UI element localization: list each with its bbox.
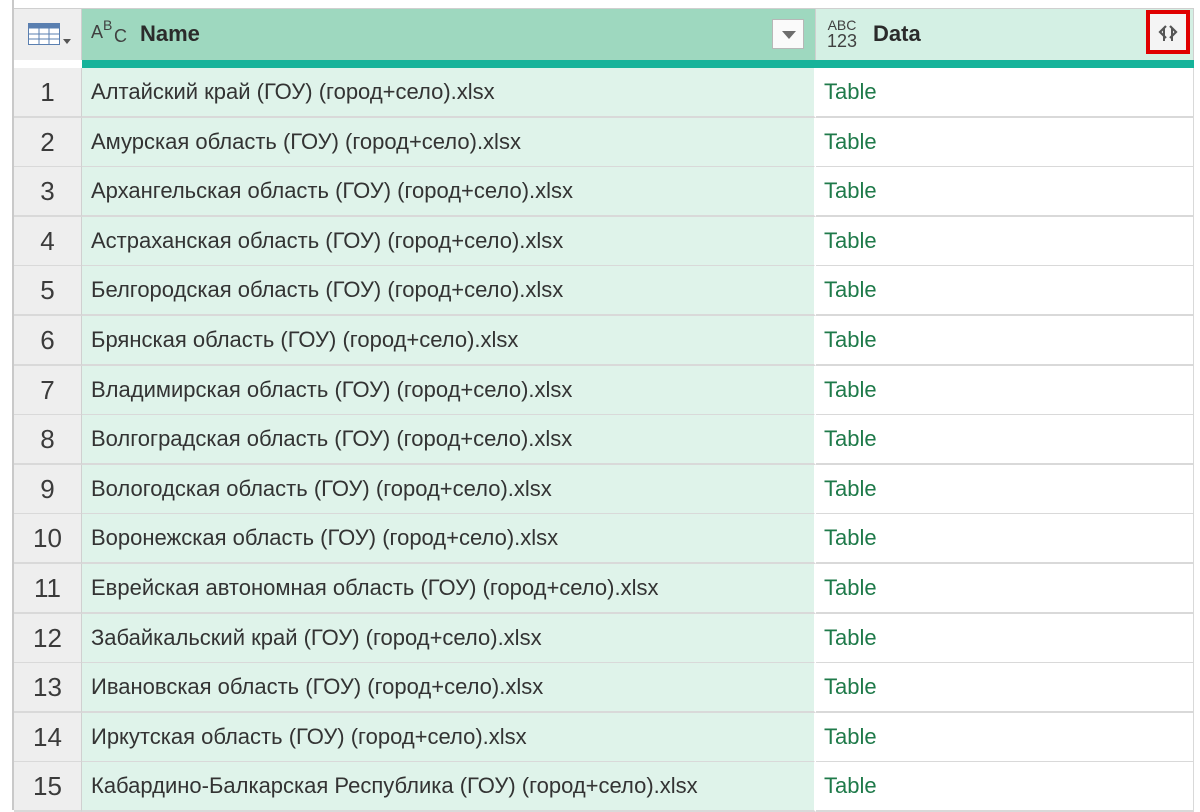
expand-column-button[interactable] xyxy=(1146,10,1190,54)
table-row[interactable]: 12 Забайкальский край (ГОУ) (город+село).… xyxy=(14,613,1194,664)
cell-data-table-link[interactable]: Table xyxy=(816,464,1194,515)
row-number[interactable]: 8 xyxy=(14,415,82,466)
cell-data-table-link[interactable]: Table xyxy=(816,762,1194,812)
cell-data-table-link[interactable]: Table xyxy=(816,613,1194,664)
row-number[interactable]: 1 xyxy=(14,68,82,118)
row-number[interactable]: 10 xyxy=(14,514,82,565)
row-number[interactable]: 15 xyxy=(14,762,82,812)
column-quality-bar-data xyxy=(816,60,1194,68)
table-row[interactable]: 8 Волгоградская область (ГОУ) (город+село… xyxy=(14,415,1194,466)
cell-name[interactable]: Брянская область (ГОУ) (город+село).xlsx xyxy=(82,316,816,366)
text-type-icon[interactable]: A B C xyxy=(91,17,131,46)
row-number[interactable]: 5 xyxy=(14,266,82,317)
table-row[interactable]: 10 Воронежская область (ГОУ) (город+село)… xyxy=(14,514,1194,565)
row-number[interactable]: 13 xyxy=(14,663,82,714)
cell-data-table-link[interactable]: Table xyxy=(816,564,1194,614)
table-row[interactable]: 2 Амурская область (ГОУ) (город+село).xls… xyxy=(14,117,1194,168)
cell-name[interactable]: Владимирская область (ГОУ) (город+село).… xyxy=(82,365,816,416)
cell-name[interactable]: Еврейская автономная область (ГОУ) (горо… xyxy=(82,564,816,614)
row-number[interactable]: 14 xyxy=(14,712,82,763)
cell-data-table-link[interactable]: Table xyxy=(816,316,1194,366)
chevron-down-icon xyxy=(782,31,796,39)
table-row[interactable]: 7 Владимирская область (ГОУ) (город+село)… xyxy=(14,365,1194,416)
cell-name[interactable]: Волгоградская область (ГОУ) (город+село)… xyxy=(82,415,816,466)
query-preview-grid: A B C Name ABC 123 Data 1 Алтайский край … xyxy=(0,0,1200,812)
column-header-name[interactable]: A B C Name xyxy=(82,8,816,60)
cell-data-table-link[interactable]: Table xyxy=(816,266,1194,317)
row-number[interactable]: 6 xyxy=(14,316,82,366)
cell-name[interactable]: Амурская область (ГОУ) (город+село).xlsx xyxy=(82,117,816,168)
cell-name[interactable]: Астраханская область (ГОУ) (город+село).… xyxy=(82,216,816,267)
cell-data-table-link[interactable]: Table xyxy=(816,216,1194,267)
table-row[interactable]: 6 Брянская область (ГОУ) (город+село).xls… xyxy=(14,316,1194,366)
table-menu-button[interactable] xyxy=(14,8,82,60)
cell-data-table-link[interactable]: Table xyxy=(816,663,1194,714)
table-row[interactable]: 13 Ивановская область (ГОУ) (город+село).… xyxy=(14,663,1194,714)
row-number[interactable]: 7 xyxy=(14,365,82,416)
row-number[interactable]: 11 xyxy=(14,564,82,614)
any-type-icon[interactable]: ABC 123 xyxy=(824,17,860,51)
cell-name[interactable]: Архангельская область (ГОУ) (город+село)… xyxy=(82,167,816,218)
row-number[interactable]: 12 xyxy=(14,613,82,664)
cell-data-table-link[interactable]: Table xyxy=(816,365,1194,416)
table-row[interactable]: 4 Астраханская область (ГОУ) (город+село)… xyxy=(14,216,1194,267)
column-header-data[interactable]: ABC 123 Data xyxy=(816,8,1194,60)
cell-data-table-link[interactable]: Table xyxy=(816,415,1194,466)
table-row[interactable]: 5 Белгородская область (ГОУ) (город+село)… xyxy=(14,266,1194,317)
expand-column-icon xyxy=(1158,25,1178,41)
cell-name[interactable]: Вологодская область (ГОУ) (город+село).x… xyxy=(82,464,816,515)
table-row[interactable]: 9 Вологодская область (ГОУ) (город+село).… xyxy=(14,464,1194,515)
row-number[interactable]: 3 xyxy=(14,167,82,218)
chevron-down-icon xyxy=(63,39,71,44)
cell-data-table-link[interactable]: Table xyxy=(816,167,1194,218)
cell-data-table-link[interactable]: Table xyxy=(816,117,1194,168)
table-row[interactable]: 11 Еврейская автономная область (ГОУ) (го… xyxy=(14,564,1194,614)
column-title-data: Data xyxy=(873,21,921,46)
cell-name[interactable]: Ивановская область (ГОУ) (город+село).xl… xyxy=(82,663,816,714)
row-number[interactable]: 9 xyxy=(14,464,82,515)
cell-name[interactable]: Воронежская область (ГОУ) (город+село).x… xyxy=(82,514,816,565)
cell-data-table-link[interactable]: Table xyxy=(816,68,1194,118)
cell-name[interactable]: Кабардино-Балкарская Республика (ГОУ) (г… xyxy=(82,762,816,812)
table-row[interactable]: 14 Иркутская область (ГОУ) (город+село).x… xyxy=(14,712,1194,763)
column-quality-bar-name xyxy=(82,60,816,68)
column-title-name: Name xyxy=(140,21,200,46)
filter-dropdown-button[interactable] xyxy=(772,19,804,49)
row-number[interactable]: 4 xyxy=(14,216,82,267)
cell-data-table-link[interactable]: Table xyxy=(816,712,1194,763)
cell-data-table-link[interactable]: Table xyxy=(816,514,1194,565)
row-number[interactable]: 2 xyxy=(14,117,82,168)
table-icon xyxy=(28,23,60,45)
table-row[interactable]: 15 Кабардино-Балкарская Республика (ГОУ) … xyxy=(14,762,1194,812)
cell-name[interactable]: Алтайский край (ГОУ) (город+село).xlsx xyxy=(82,68,816,118)
table-row[interactable]: 1 Алтайский край (ГОУ) (город+село).xlsx T… xyxy=(14,68,1194,118)
table-row[interactable]: 3 Архангельская область (ГОУ) (город+село… xyxy=(14,167,1194,218)
cell-name[interactable]: Забайкальский край (ГОУ) (город+село).xl… xyxy=(82,613,816,664)
cell-name[interactable]: Иркутская область (ГОУ) (город+село).xls… xyxy=(82,712,816,763)
cell-name[interactable]: Белгородская область (ГОУ) (город+село).… xyxy=(82,266,816,317)
